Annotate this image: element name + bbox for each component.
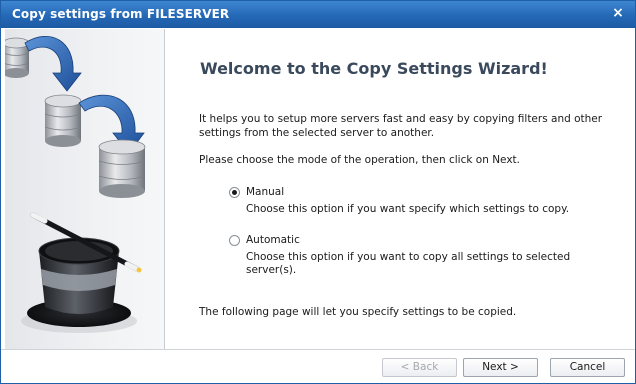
magic-hat-icon bbox=[21, 237, 137, 333]
arrow-icon bbox=[24, 35, 82, 92]
close-icon[interactable]: × bbox=[609, 4, 627, 22]
instruction-text: Please choose the mode of the operation,… bbox=[199, 154, 520, 166]
option-automatic-description: Choose this option if you want to copy a… bbox=[246, 251, 571, 276]
cancel-button[interactable]: Cancel bbox=[550, 358, 625, 377]
option-automatic-label[interactable]: Automatic bbox=[246, 234, 300, 246]
title-bar[interactable]: Copy settings from FILESERVER × bbox=[1, 1, 635, 28]
wizard-window: Copy settings from FILESERVER × Welcome … bbox=[0, 0, 636, 384]
button-bar: < Back Next > Cancel bbox=[1, 349, 635, 383]
footer-note: The following page will let you specify … bbox=[199, 306, 517, 318]
database-icon bbox=[98, 139, 146, 198]
intro-text: It helps you to setup more servers fast … bbox=[199, 113, 603, 139]
wizard-content: Welcome to the Copy Settings Wizard! It … bbox=[166, 29, 634, 349]
database-copy-illustration bbox=[5, 35, 146, 333]
page-title: Welcome to the Copy Settings Wizard! bbox=[200, 59, 548, 78]
option-manual-description: Choose this option if you want specify w… bbox=[246, 203, 570, 215]
database-icon bbox=[44, 94, 82, 147]
option-manual-label[interactable]: Manual bbox=[246, 186, 284, 198]
radio-manual[interactable] bbox=[229, 187, 240, 198]
radio-automatic[interactable] bbox=[229, 235, 240, 246]
window-title: Copy settings from FILESERVER bbox=[12, 7, 230, 21]
next-button[interactable]: Next > bbox=[463, 358, 538, 377]
wizard-side-illustration bbox=[5, 29, 165, 349]
back-button[interactable]: < Back bbox=[382, 358, 457, 377]
